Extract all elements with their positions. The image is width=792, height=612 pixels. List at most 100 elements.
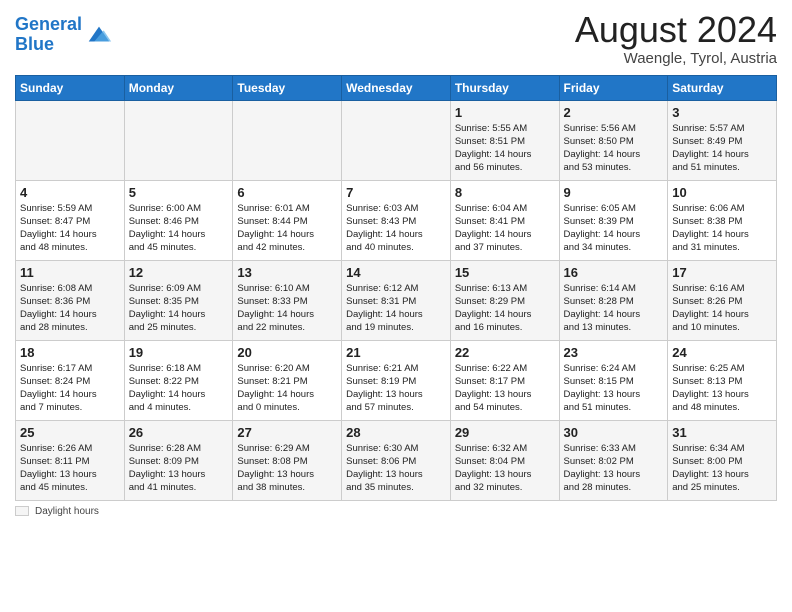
day-number: 31: [672, 425, 772, 440]
calendar-cell: 27Sunrise: 6:29 AM Sunset: 8:08 PM Dayli…: [233, 420, 342, 500]
col-saturday: Saturday: [668, 75, 777, 100]
calendar-cell: [124, 100, 233, 180]
day-info: Sunrise: 6:30 AM Sunset: 8:06 PM Dayligh…: [346, 442, 446, 495]
calendar-cell: 12Sunrise: 6:09 AM Sunset: 8:35 PM Dayli…: [124, 260, 233, 340]
calendar-cell: 6Sunrise: 6:01 AM Sunset: 8:44 PM Daylig…: [233, 180, 342, 260]
legend: Daylight hours: [15, 506, 777, 517]
calendar-cell: 31 Sunrise: 6:34 AM Sunset: 8:00 PM Dayli…: [668, 420, 777, 500]
day-number: 17: [672, 265, 772, 280]
day-number: 10: [672, 185, 772, 200]
day-number: 9: [564, 185, 664, 200]
col-thursday: Thursday: [450, 75, 559, 100]
day-info: Sunrise: 6:20 AM Sunset: 8:21 PM Dayligh…: [237, 362, 337, 415]
legend-label: Daylight hours: [35, 506, 99, 517]
calendar-cell: 11 Sunrise: 6:08 AM Sunset: 8:36 PM Dayli…: [16, 260, 125, 340]
day-number: 18: [20, 345, 120, 360]
calendar-cell: 14 Sunrise: 6:12 AM Sunset: 8:31 PM Dayli…: [342, 260, 451, 340]
day-info: Sunrise: 6:33 AM Sunset: 8:02 PM Dayligh…: [564, 442, 664, 495]
day-number: 28: [346, 425, 446, 440]
day-number: 14: [346, 265, 446, 280]
day-info: Sunrise: 6:03 AM Sunset: 8:43 PM Dayligh…: [346, 202, 446, 255]
calendar-cell: [342, 100, 451, 180]
calendar-cell: [233, 100, 342, 180]
logo: General Blue: [15, 15, 113, 55]
calendar-cell: 2Sunrise: 5:56 AM Sunset: 8:50 PM Daylig…: [559, 100, 668, 180]
logo-icon: [85, 21, 113, 49]
day-number: 19: [129, 345, 229, 360]
calendar-week-1: 4Sunrise: 5:59 AM Sunset: 8:47 PM Daylig…: [16, 180, 777, 260]
day-info: Sunrise: 6:24 AM Sunset: 8:15 PM Dayligh…: [564, 362, 664, 415]
day-number: 25: [20, 425, 120, 440]
calendar-cell: 23 Sunrise: 6:24 AM Sunset: 8:15 PM Dayli…: [559, 340, 668, 420]
day-info: Sunrise: 6:32 AM Sunset: 8:04 PM Dayligh…: [455, 442, 555, 495]
day-number: 16: [564, 265, 664, 280]
day-info: Sunrise: 6:08 AM Sunset: 8:36 PM Dayligh…: [20, 282, 120, 335]
day-number: 26: [129, 425, 229, 440]
day-number: 3: [672, 105, 772, 120]
day-number: 11: [20, 265, 120, 280]
day-info: Sunrise: 5:56 AM Sunset: 8:50 PM Dayligh…: [564, 122, 664, 175]
calendar-cell: 16 Sunrise: 6:14 AM Sunset: 8:28 PM Dayli…: [559, 260, 668, 340]
calendar-cell: 29 Sunrise: 6:32 AM Sunset: 8:04 PM Dayli…: [450, 420, 559, 500]
calendar-week-3: 18Sunrise: 6:17 AM Sunset: 8:24 PM Dayli…: [16, 340, 777, 420]
day-number: 8: [455, 185, 555, 200]
calendar-cell: 17 Sunrise: 6:16 AM Sunset: 8:26 PM Dayli…: [668, 260, 777, 340]
calendar-cell: 8Sunrise: 6:04 AM Sunset: 8:41 PM Daylig…: [450, 180, 559, 260]
calendar-cell: 4Sunrise: 5:59 AM Sunset: 8:47 PM Daylig…: [16, 180, 125, 260]
page-container: General Blue August 2024 Waengle, Tyrol,…: [0, 0, 792, 522]
day-number: 13: [237, 265, 337, 280]
day-info: Sunrise: 6:14 AM Sunset: 8:28 PM Dayligh…: [564, 282, 664, 335]
day-number: 15: [455, 265, 555, 280]
day-info: Sunrise: 6:21 AM Sunset: 8:19 PM Dayligh…: [346, 362, 446, 415]
col-monday: Monday: [124, 75, 233, 100]
day-info: Sunrise: 6:09 AM Sunset: 8:35 PM Dayligh…: [129, 282, 229, 335]
calendar-body: 1 Sunrise: 5:55 AM Sunset: 8:51 PM Daylig…: [16, 100, 777, 500]
calendar-table: Sunday Monday Tuesday Wednesday Thursday…: [15, 75, 777, 501]
day-info: Sunrise: 5:59 AM Sunset: 8:47 PM Dayligh…: [20, 202, 120, 255]
day-info: Sunrise: 6:06 AM Sunset: 8:38 PM Dayligh…: [672, 202, 772, 255]
day-number: 21: [346, 345, 446, 360]
calendar-cell: 20 Sunrise: 6:20 AM Sunset: 8:21 PM Dayli…: [233, 340, 342, 420]
col-tuesday: Tuesday: [233, 75, 342, 100]
day-info: Sunrise: 5:55 AM Sunset: 8:51 PM Dayligh…: [455, 122, 555, 175]
calendar-cell: 18Sunrise: 6:17 AM Sunset: 8:24 PM Dayli…: [16, 340, 125, 420]
calendar-cell: 10 Sunrise: 6:06 AM Sunset: 8:38 PM Dayli…: [668, 180, 777, 260]
day-number: 29: [455, 425, 555, 440]
month-title: August 2024: [575, 10, 777, 50]
calendar-cell: 9Sunrise: 6:05 AM Sunset: 8:39 PM Daylig…: [559, 180, 668, 260]
day-number: 20: [237, 345, 337, 360]
calendar-cell: 21 Sunrise: 6:21 AM Sunset: 8:19 PM Dayli…: [342, 340, 451, 420]
day-info: Sunrise: 6:25 AM Sunset: 8:13 PM Dayligh…: [672, 362, 772, 415]
title-block: August 2024 Waengle, Tyrol, Austria: [575, 10, 777, 67]
day-number: 27: [237, 425, 337, 440]
calendar-cell: 1 Sunrise: 5:55 AM Sunset: 8:51 PM Daylig…: [450, 100, 559, 180]
col-friday: Friday: [559, 75, 668, 100]
calendar-cell: 7 Sunrise: 6:03 AM Sunset: 8:43 PM Daylig…: [342, 180, 451, 260]
day-number: 7: [346, 185, 446, 200]
calendar-header: Sunday Monday Tuesday Wednesday Thursday…: [16, 75, 777, 100]
col-wednesday: Wednesday: [342, 75, 451, 100]
calendar-cell: 15 Sunrise: 6:13 AM Sunset: 8:29 PM Dayli…: [450, 260, 559, 340]
day-info: Sunrise: 6:34 AM Sunset: 8:00 PM Dayligh…: [672, 442, 772, 495]
calendar-cell: [16, 100, 125, 180]
day-info: Sunrise: 6:00 AM Sunset: 8:46 PM Dayligh…: [129, 202, 229, 255]
day-number: 1: [455, 105, 555, 120]
day-number: 22: [455, 345, 555, 360]
day-info: Sunrise: 6:13 AM Sunset: 8:29 PM Dayligh…: [455, 282, 555, 335]
day-number: 24: [672, 345, 772, 360]
day-number: 23: [564, 345, 664, 360]
calendar-cell: 25Sunrise: 6:26 AM Sunset: 8:11 PM Dayli…: [16, 420, 125, 500]
calendar-week-4: 25Sunrise: 6:26 AM Sunset: 8:11 PM Dayli…: [16, 420, 777, 500]
calendar-cell: 26Sunrise: 6:28 AM Sunset: 8:09 PM Dayli…: [124, 420, 233, 500]
calendar-cell: 28 Sunrise: 6:30 AM Sunset: 8:06 PM Dayli…: [342, 420, 451, 500]
calendar-cell: 30 Sunrise: 6:33 AM Sunset: 8:02 PM Dayli…: [559, 420, 668, 500]
location: Waengle, Tyrol, Austria: [575, 50, 777, 67]
day-info: Sunrise: 6:16 AM Sunset: 8:26 PM Dayligh…: [672, 282, 772, 335]
day-info: Sunrise: 6:12 AM Sunset: 8:31 PM Dayligh…: [346, 282, 446, 335]
header: General Blue August 2024 Waengle, Tyrol,…: [15, 10, 777, 67]
calendar-cell: 13Sunrise: 6:10 AM Sunset: 8:33 PM Dayli…: [233, 260, 342, 340]
day-number: 30: [564, 425, 664, 440]
logo-text: General Blue: [15, 15, 82, 55]
day-number: 6: [237, 185, 337, 200]
calendar-week-2: 11 Sunrise: 6:08 AM Sunset: 8:36 PM Dayli…: [16, 260, 777, 340]
